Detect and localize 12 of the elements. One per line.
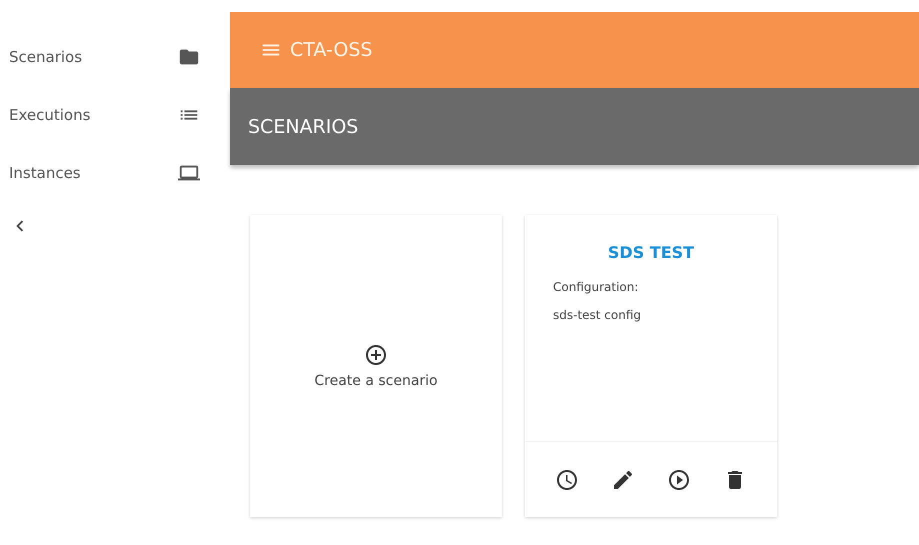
configuration-label: Configuration:	[552, 280, 640, 294]
sidebar-item[interactable]: Scenarios	[0, 28, 230, 86]
play-icon	[667, 468, 691, 492]
configuration-value: sds-test config	[552, 308, 642, 322]
app-title: CTA-OSS	[290, 39, 372, 61]
sidebar-item[interactable]: Executions	[0, 86, 230, 144]
plus-icon	[364, 343, 388, 367]
sidebar-item[interactable]: Instances	[0, 144, 230, 202]
clock-icon	[555, 468, 579, 492]
create-scenario-card[interactable]: Create a scenario	[250, 215, 502, 517]
page-title: SCENARIOS	[248, 116, 358, 138]
scenario-name: SDS TEST	[606, 243, 696, 262]
